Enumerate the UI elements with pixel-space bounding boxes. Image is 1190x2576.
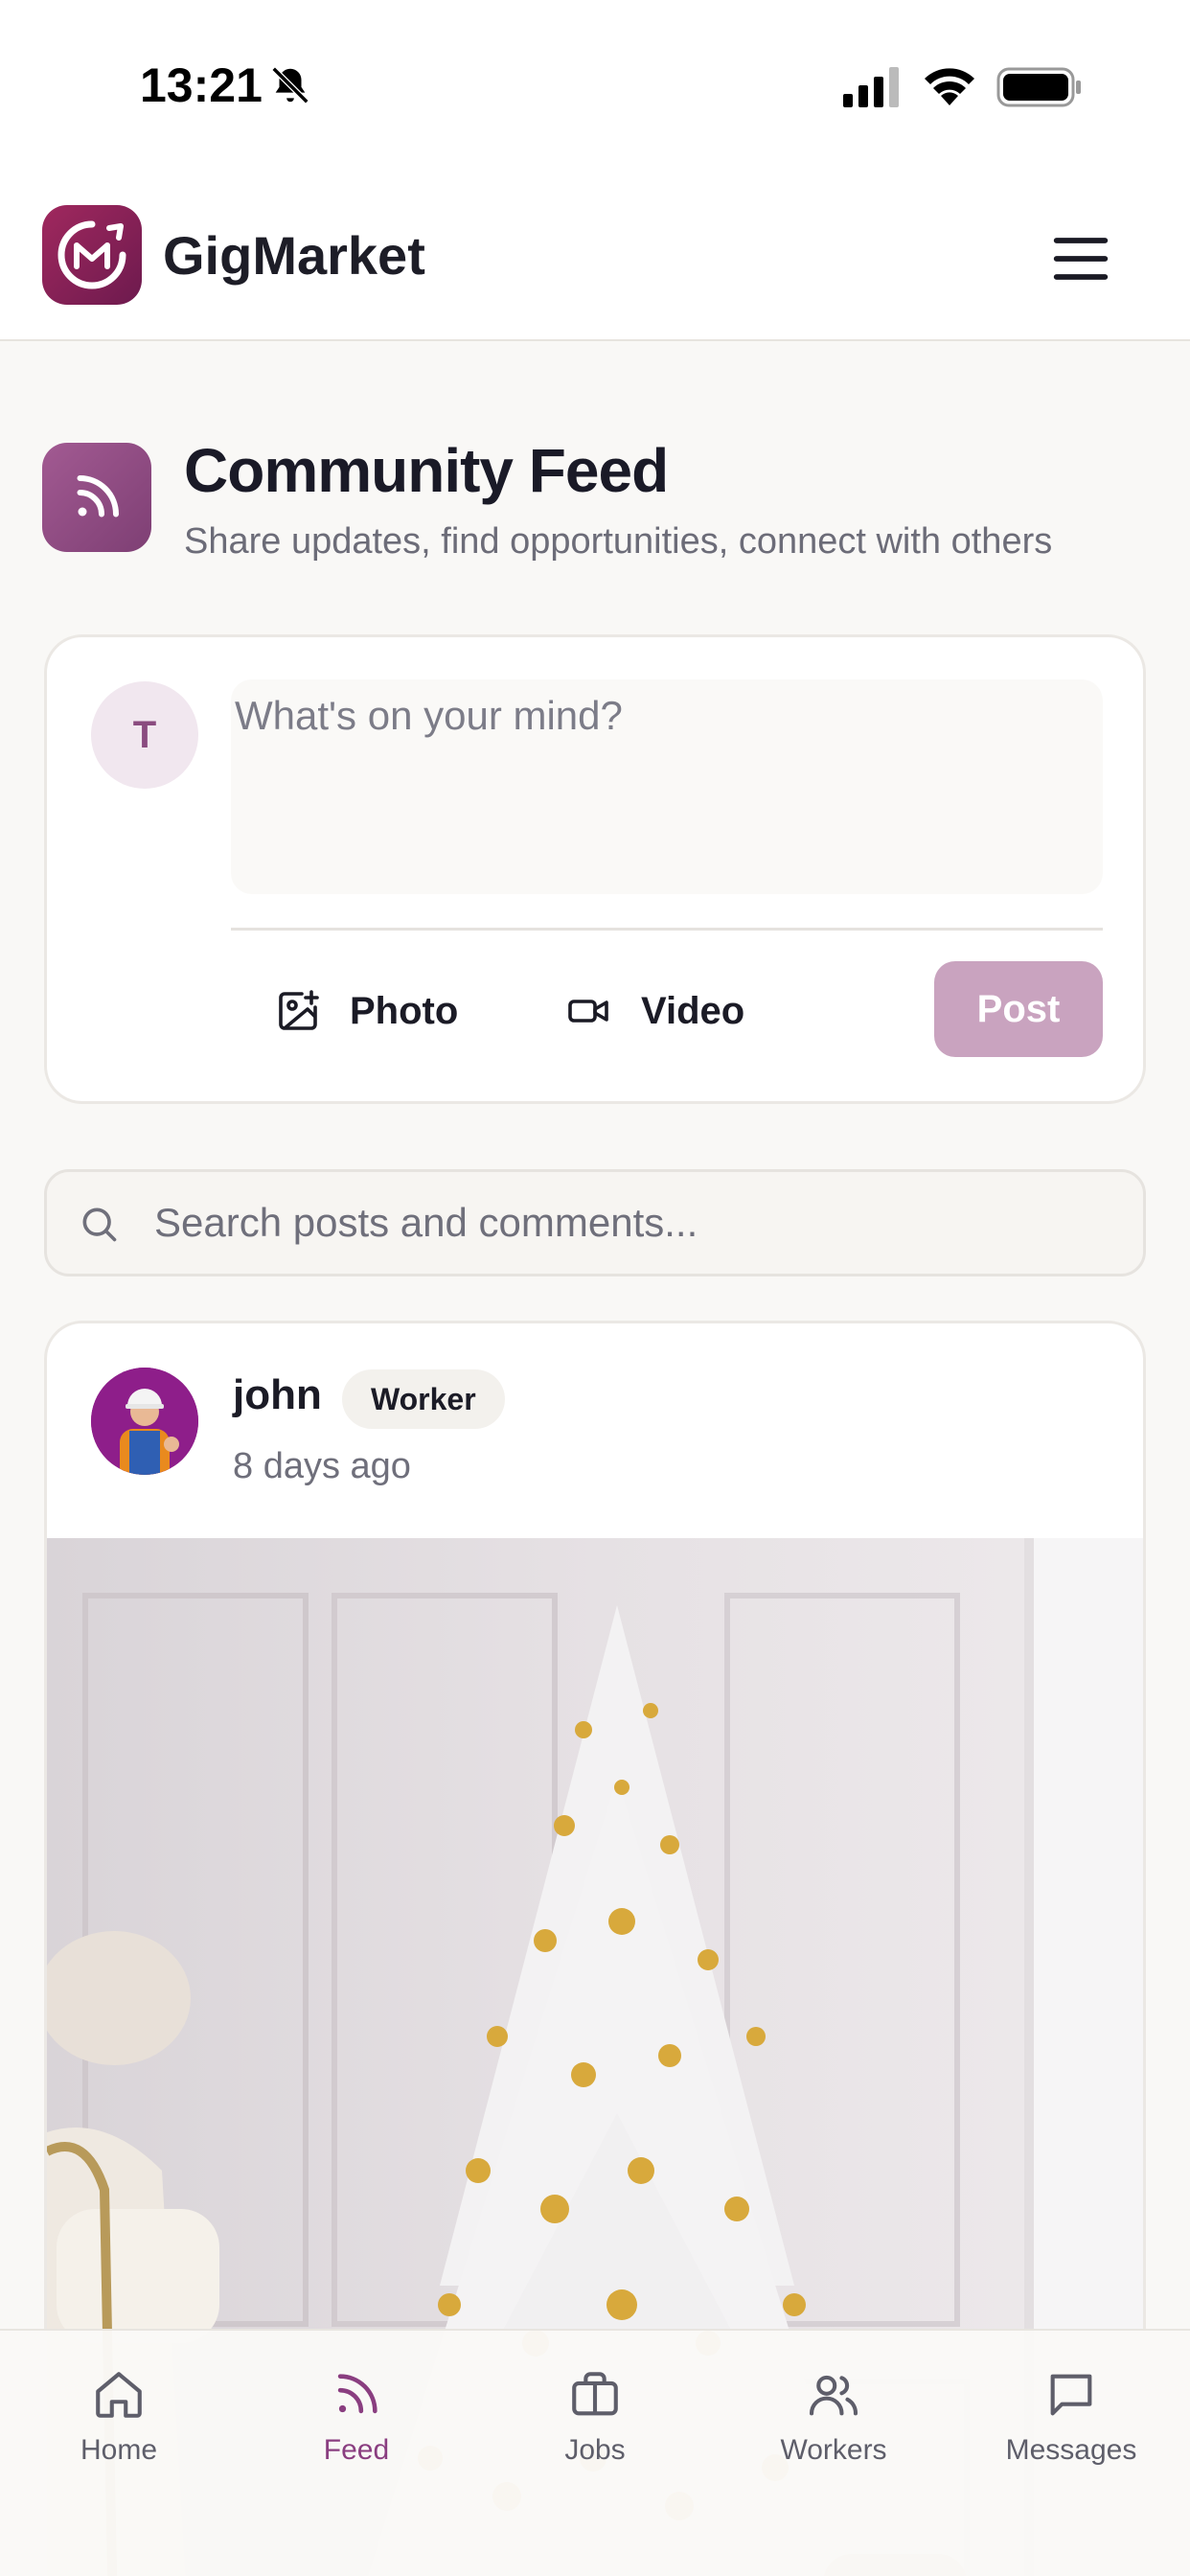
search-icon — [82, 1208, 117, 1242]
battery-icon — [996, 67, 1081, 107]
wifi-icon — [925, 68, 974, 105]
rss-icon — [77, 475, 119, 518]
video-camera-icon — [568, 1000, 608, 1023]
message-icon — [1050, 2374, 1092, 2416]
status-bar: 13:21 — [0, 0, 1190, 172]
bell-slash-icon — [271, 66, 309, 104]
search-bar — [44, 1169, 1146, 1276]
video-label: Video — [641, 989, 745, 1032]
home-icon — [96, 2372, 142, 2418]
nav-jobs-label: Jobs — [564, 2434, 626, 2466]
nav-workers[interactable]: Workers — [738, 2367, 929, 2482]
add-photo-button[interactable]: Photo — [275, 963, 458, 1059]
bottom-nav: Home Feed Jobs Workers Messages — [0, 2329, 1190, 2576]
users-icon — [809, 2375, 858, 2416]
app-name: GigMarket — [163, 225, 425, 286]
nav-feed-label: Feed — [323, 2434, 390, 2466]
feed-header-badge — [42, 443, 151, 552]
post-author-name[interactable]: john — [233, 1371, 322, 1419]
image-plus-icon — [279, 990, 319, 1030]
app-logo[interactable] — [42, 205, 142, 305]
post-button[interactable]: Post — [934, 961, 1103, 1057]
photo-label: Photo — [350, 989, 459, 1032]
divider — [231, 928, 1103, 931]
nav-workers-label: Workers — [780, 2434, 887, 2466]
nav-home[interactable]: Home — [23, 2367, 215, 2482]
briefcase-icon — [572, 2372, 618, 2416]
nav-jobs[interactable]: Jobs — [499, 2367, 691, 2482]
nav-feed[interactable]: Feed — [261, 2367, 452, 2482]
role-badge: Worker — [342, 1369, 505, 1429]
menu-button[interactable] — [1044, 222, 1117, 295]
add-video-button[interactable]: Video — [566, 963, 744, 1059]
nav-messages[interactable]: Messages — [975, 2367, 1167, 2482]
page-title: Community Feed — [184, 436, 669, 505]
post-timestamp: 8 days ago — [233, 1446, 411, 1486]
post-composer: T Photo Video Post — [44, 634, 1146, 1104]
logo-mark-icon — [57, 220, 126, 289]
nav-home-label: Home — [80, 2434, 158, 2466]
page-subtitle: Share updates, find opportunities, conne… — [184, 521, 1053, 562]
app-header: GigMarket — [0, 172, 1190, 341]
worker-avatar-image — [91, 1368, 198, 1475]
status-time: 13:21 — [140, 58, 263, 112]
search-input[interactable] — [154, 1189, 1112, 1256]
nav-messages-label: Messages — [1005, 2434, 1137, 2466]
hamburger-menu-icon — [1053, 238, 1109, 280]
rss-icon — [337, 2374, 378, 2414]
post-author-avatar[interactable] — [91, 1368, 198, 1475]
avatar: T — [91, 681, 198, 789]
post-text-input[interactable] — [231, 679, 1103, 894]
signal-icon — [843, 67, 899, 107]
